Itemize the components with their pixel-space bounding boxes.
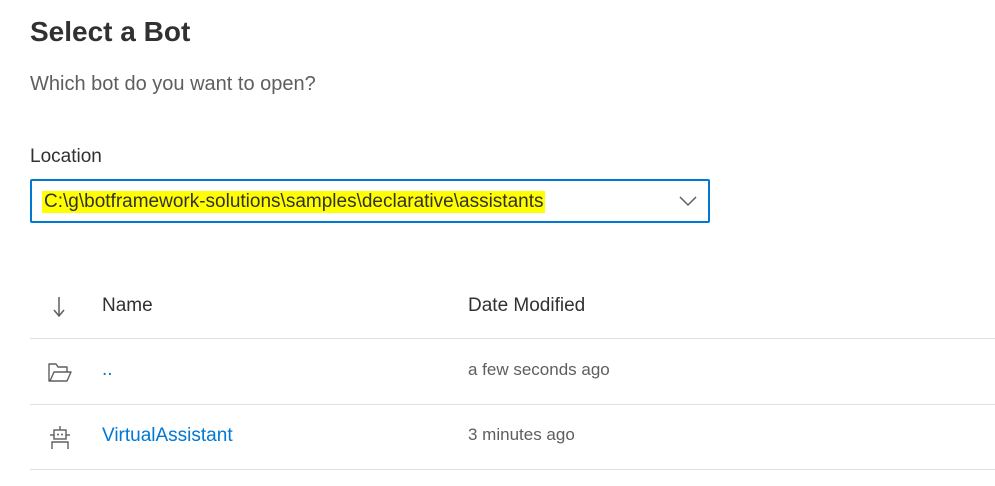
page-subtitle: Which bot do you want to open? [30,73,316,95]
arrow-down-icon[interactable] [52,295,66,319]
row-date-modified: a few seconds ago [468,360,610,379]
folder-open-icon [48,363,72,382]
row-name-link[interactable]: .. [102,359,113,381]
row-date-modified: 3 minutes ago [468,425,575,444]
location-label: Location [30,146,102,167]
table-row[interactable]: .. a few seconds ago [30,340,995,405]
table-row[interactable]: VirtualAssistant 3 minutes ago [30,405,995,470]
row-name-link[interactable]: VirtualAssistant [102,425,233,447]
bot-icon [50,426,70,449]
location-dropdown[interactable]: C:\g\botframework-solutions\samples\decl… [30,179,710,223]
column-header-name[interactable]: Name [102,295,153,317]
select-bot-dialog: Select a Bot Which bot do you want to op… [0,0,995,486]
location-value: C:\g\botframework-solutions\samples\decl… [42,191,546,213]
table-header: Name Date Modified [30,275,995,339]
page-title: Select a Bot [30,16,191,47]
column-header-date-modified[interactable]: Date Modified [468,295,585,317]
chevron-down-icon [679,196,697,207]
